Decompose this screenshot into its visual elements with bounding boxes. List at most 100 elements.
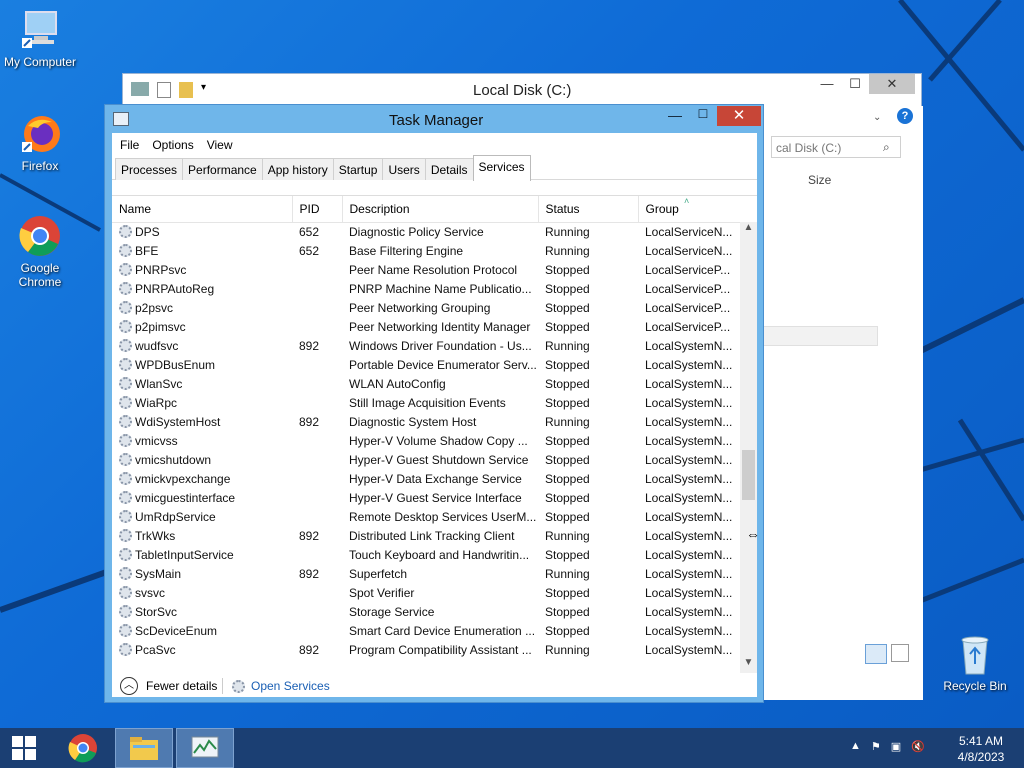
table-row[interactable]: WlanSvc WLAN AutoConfig Stopped LocalSystem… bbox=[112, 374, 740, 393]
service-pid bbox=[292, 374, 342, 393]
clock[interactable]: 5:41 AM 4/8/2023 bbox=[950, 733, 1012, 765]
table-row[interactable]: PcaSvc 892 Program Compatibility Assistant… bbox=[112, 640, 740, 659]
open-services-link[interactable]: Open Services bbox=[232, 679, 330, 693]
desktop-icon-firefox[interactable]: Firefox bbox=[0, 112, 80, 173]
scroll-down-icon[interactable]: ▼ bbox=[740, 657, 757, 673]
table-row[interactable]: SysMain 892 Superfetch Running LocalSystemN.… bbox=[112, 564, 740, 583]
service-gear-icon bbox=[119, 471, 132, 485]
vertical-scrollbar[interactable]: ▲ ▼ bbox=[740, 222, 757, 673]
tab-processes[interactable]: Processes bbox=[115, 158, 184, 180]
search-icon[interactable]: ⌕ bbox=[883, 140, 890, 155]
search-input[interactable]: cal Disk (C:) bbox=[771, 136, 901, 158]
service-status: Running bbox=[545, 338, 590, 353]
close-button[interactable]: ✕ bbox=[869, 74, 915, 94]
scrollbar-thumb[interactable] bbox=[742, 450, 755, 500]
desktop-icon-recycle-bin[interactable]: Recycle Bin bbox=[935, 632, 1015, 693]
explorer-titlebar[interactable]: ▾ Local Disk (C:) — ☐ ✕ bbox=[123, 74, 921, 106]
help-icon[interactable]: ? bbox=[897, 108, 913, 124]
service-group: LocalSystemN... bbox=[645, 395, 733, 410]
table-row[interactable]: vmicguestinterface Hyper-V Guest Service … bbox=[112, 488, 740, 507]
service-group: LocalSystemN... bbox=[645, 623, 733, 638]
service-description: Peer Name Resolution Protocol bbox=[349, 262, 518, 277]
service-pid bbox=[292, 298, 342, 317]
task-manager-title: Task Manager bbox=[389, 112, 484, 129]
service-description: Smart Card Device Enumeration ... bbox=[349, 623, 536, 638]
fewer-details-button[interactable]: ︿ Fewer details bbox=[120, 677, 217, 695]
table-row[interactable]: DPS 652 Diagnostic Policy Service Running Lo… bbox=[112, 222, 740, 241]
action-center-flag-icon[interactable]: ⚑ bbox=[871, 740, 881, 753]
table-row[interactable]: WdiSystemHost 892 Diagnostic System Host Ru… bbox=[112, 412, 740, 431]
table-row[interactable]: PNRPAutoReg PNRP Machine Name Publicatio.… bbox=[112, 279, 740, 298]
tab-users[interactable]: Users bbox=[382, 158, 426, 180]
large-icons-view-icon[interactable] bbox=[891, 644, 909, 662]
table-row[interactable]: StorSvc Storage Service Stopped LocalSystem… bbox=[112, 602, 740, 621]
new-folder-icon[interactable] bbox=[179, 82, 193, 98]
services-list: Name PID Description Status Group DPS 652… bbox=[112, 195, 757, 673]
chevron-up-icon: ︿ bbox=[120, 677, 138, 695]
taskbar-chrome-button[interactable] bbox=[54, 728, 112, 768]
table-row[interactable]: ScDeviceEnum Smart Card Device Enumeratio… bbox=[112, 621, 740, 640]
service-name: WiaRpc bbox=[112, 393, 292, 412]
show-hidden-icons-icon[interactable]: ▲ bbox=[850, 740, 861, 753]
maximize-button[interactable]: ☐ bbox=[689, 107, 717, 127]
customize-toolbar-icon[interactable]: ▾ bbox=[201, 82, 206, 98]
close-button[interactable]: ✕ bbox=[717, 106, 761, 126]
table-row[interactable]: TrkWks 892 Distributed Link Tracking Clien… bbox=[112, 526, 740, 545]
menu-file[interactable]: File bbox=[120, 138, 139, 155]
tab-services[interactable]: Services bbox=[472, 155, 531, 181]
drive-icon[interactable] bbox=[131, 82, 149, 96]
properties-icon[interactable] bbox=[157, 82, 171, 98]
table-row[interactable]: PNRPsvc Peer Name Resolution Protocol Stop… bbox=[112, 260, 740, 279]
menu-view[interactable]: View bbox=[207, 138, 233, 155]
open-services-label: Open Services bbox=[251, 679, 330, 693]
details-view-icon[interactable] bbox=[865, 644, 887, 664]
service-name-text: p2pimsvc bbox=[135, 319, 186, 334]
menu-options[interactable]: Options bbox=[152, 138, 193, 155]
service-description: Portable Device Enumerator Serv... bbox=[349, 357, 537, 372]
table-row[interactable]: WPDBusEnum Portable Device Enumerator Ser… bbox=[112, 355, 740, 374]
column-header-name[interactable]: Name bbox=[112, 196, 293, 223]
minimize-button[interactable]: — bbox=[661, 107, 689, 127]
service-group: LocalServiceP... bbox=[645, 262, 731, 277]
taskbar-task-manager-button[interactable] bbox=[176, 728, 234, 768]
table-row[interactable]: wudfsvc 892 Windows Driver Foundation - Us… bbox=[112, 336, 740, 355]
service-status: Stopped bbox=[545, 547, 590, 562]
tab-startup[interactable]: Startup bbox=[332, 158, 384, 180]
task-manager-window: Task Manager — ☐ ✕ File Options View Pro… bbox=[104, 104, 764, 703]
service-name-text: PcaSvc bbox=[135, 642, 176, 657]
table-row[interactable]: UmRdpService Remote Desktop Services User… bbox=[112, 507, 740, 526]
start-button[interactable] bbox=[0, 728, 48, 768]
table-row[interactable]: p2psvc Peer Networking Grouping Stopped Loc… bbox=[112, 298, 740, 317]
column-header-description[interactable]: Description bbox=[342, 196, 539, 223]
table-row[interactable]: p2pimsvc Peer Networking Identity Manager… bbox=[112, 317, 740, 336]
table-row[interactable]: TabletInputService Touch Keyboard and Han… bbox=[112, 545, 740, 564]
tab-app-history[interactable]: App history bbox=[261, 158, 334, 180]
column-header-pid[interactable]: PID bbox=[292, 196, 343, 223]
tab-details[interactable]: Details bbox=[424, 158, 474, 180]
chrome-icon bbox=[18, 214, 62, 258]
table-row[interactable]: vmicshutdown Hyper-V Guest Shutdown Servi… bbox=[112, 450, 740, 469]
tab-performance[interactable]: Performance bbox=[182, 158, 263, 180]
ribbon-expand-chevron-icon[interactable]: ⌄ bbox=[873, 112, 881, 123]
table-row[interactable]: svsvc Spot Verifier Stopped LocalSystemN... bbox=[112, 583, 740, 602]
volume-muted-icon[interactable]: 🔇 bbox=[911, 740, 925, 753]
service-pid: 892 bbox=[299, 528, 320, 543]
service-group: LocalServiceN... bbox=[645, 243, 733, 258]
table-row[interactable]: BFE 652 Base Filtering Engine Running LocalS… bbox=[112, 241, 740, 260]
table-row[interactable]: vmicvss Hyper-V Volume Shadow Copy ... Sto… bbox=[112, 431, 740, 450]
task-manager-titlebar[interactable]: Task Manager — ☐ ✕ bbox=[105, 105, 763, 133]
column-header-size[interactable]: Size bbox=[808, 173, 831, 187]
taskbar-file-explorer-button[interactable] bbox=[115, 728, 173, 768]
service-pid: 892 bbox=[299, 566, 320, 581]
desktop-icon-chrome[interactable]: Google Chrome bbox=[0, 214, 80, 289]
table-row[interactable]: WiaRpc Still Image Acquisition Events Stop… bbox=[112, 393, 740, 412]
column-header-status[interactable]: Status bbox=[538, 196, 639, 223]
table-row[interactable]: vmickvpexchange Hyper-V Data Exchange Ser… bbox=[112, 469, 740, 488]
firefox-icon bbox=[18, 112, 62, 156]
network-icon[interactable]: ▣ bbox=[891, 740, 901, 753]
minimize-button[interactable]: — bbox=[813, 74, 841, 94]
desktop-icon-my-computer[interactable]: My Computer bbox=[0, 8, 80, 69]
service-pid bbox=[292, 355, 342, 374]
maximize-button[interactable]: ☐ bbox=[841, 74, 869, 94]
scroll-up-icon[interactable]: ▲ bbox=[740, 222, 757, 239]
